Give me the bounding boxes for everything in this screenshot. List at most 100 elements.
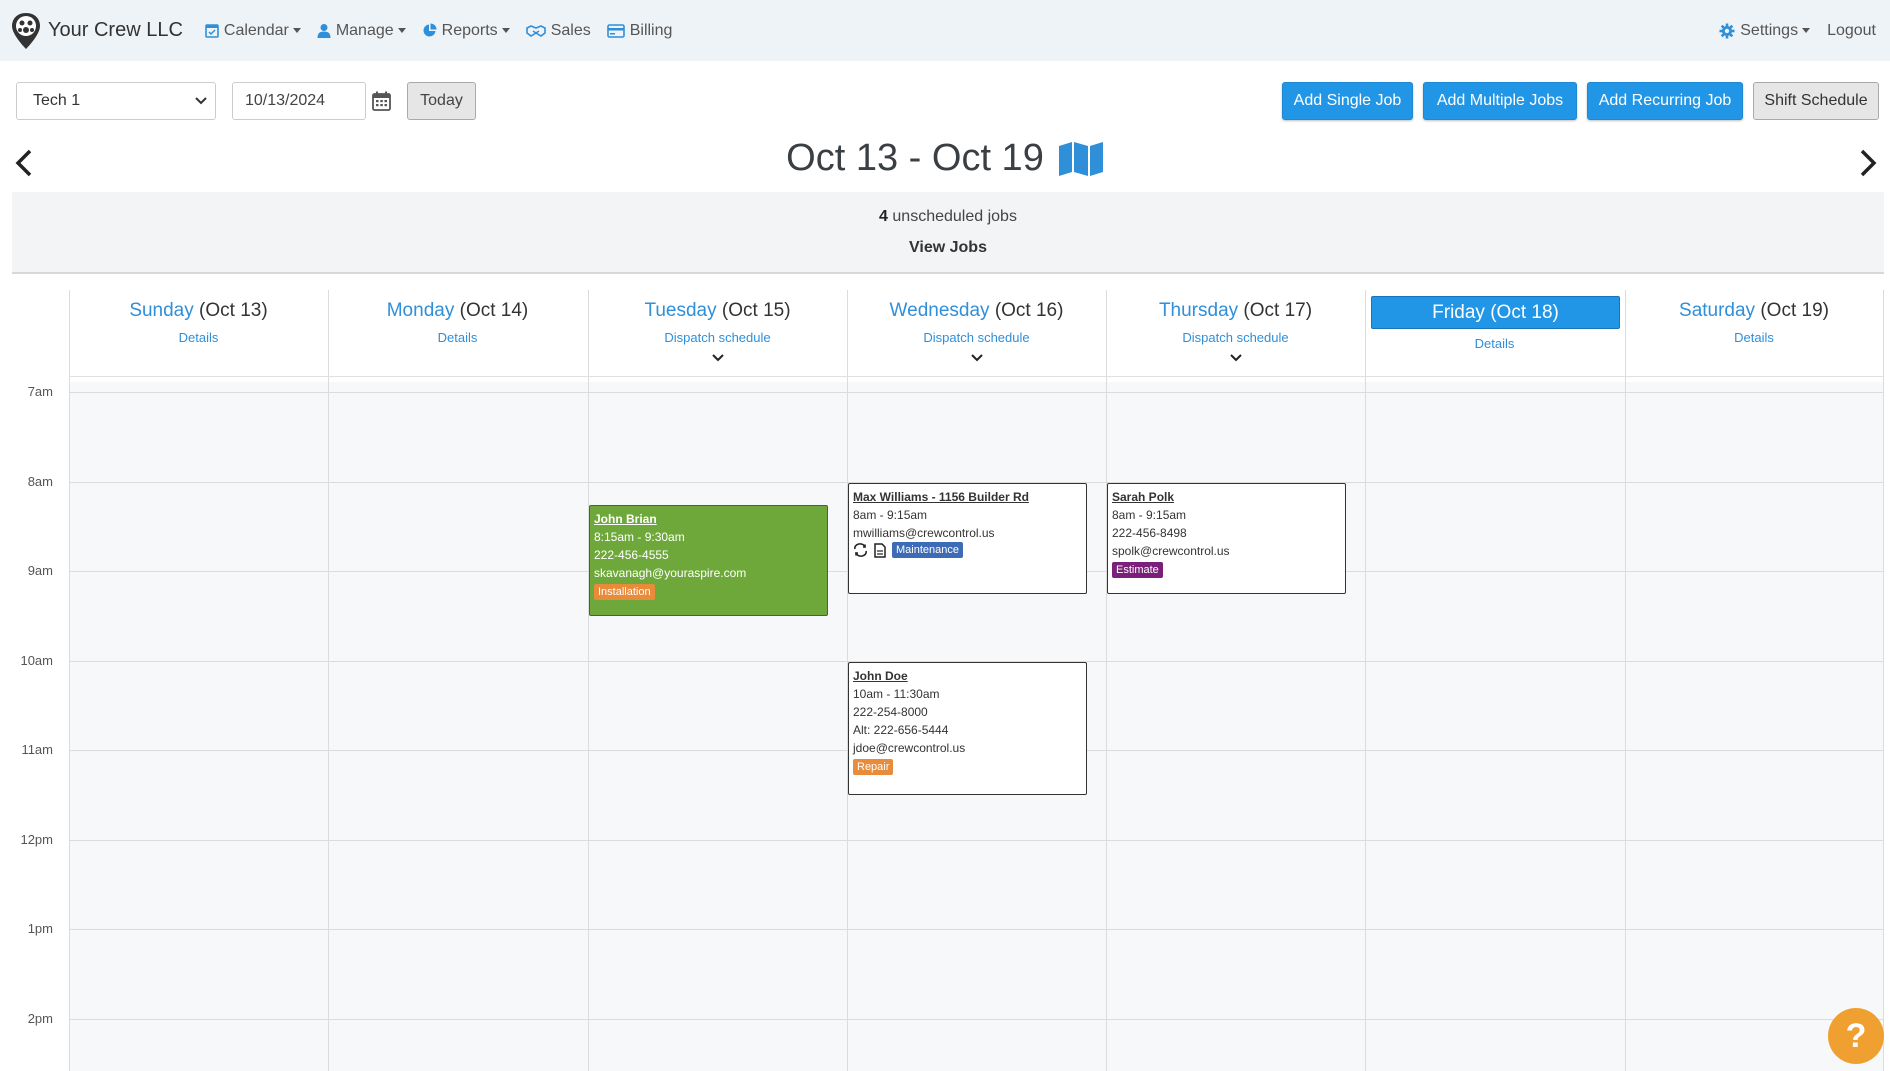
shift-schedule-button[interactable]: Shift Schedule (1753, 82, 1879, 120)
hour-line (69, 392, 1883, 393)
chevron-down-icon (1229, 354, 1242, 362)
job-card-john-doe[interactable]: John Doe 10am - 11:30am 222-254-8000 Alt… (848, 662, 1087, 795)
column-divider (1883, 290, 1884, 1071)
expand-chevron[interactable] (588, 349, 847, 367)
column-divider (1106, 290, 1107, 1071)
day-details-link[interactable]: Details (1625, 330, 1883, 345)
day-name[interactable]: Wednesday (890, 300, 990, 321)
column-divider (588, 290, 589, 1071)
job-time: 8am - 9:15am (853, 508, 928, 522)
chevron-right-icon (1860, 149, 1877, 177)
date-input-value: 10/13/2024 (245, 92, 326, 109)
nav-reports[interactable]: Reports (422, 22, 510, 40)
job-phone: 222-456-4555 (594, 548, 669, 562)
nav-calendar[interactable]: Calendar (205, 22, 301, 40)
dispatch-schedule-link[interactable]: Dispatch schedule (847, 330, 1106, 345)
day-name[interactable]: Thursday (1159, 300, 1238, 321)
nav-settings-label: Settings (1740, 21, 1799, 39)
expand-chevron[interactable] (847, 349, 1106, 367)
day-header-wednesday: Wednesday (Oct 16) Dispatch schedule (847, 300, 1106, 367)
calendar-icon (205, 24, 219, 38)
help-button[interactable]: ? (1828, 1008, 1884, 1064)
day-header-monday: Monday (Oct 14) Details (328, 300, 587, 345)
nav-manage[interactable]: Manage (317, 22, 406, 40)
day-title: Saturday (Oct 19) (1625, 300, 1883, 322)
day-name[interactable]: Saturday (1679, 300, 1755, 321)
job-title[interactable]: John Doe (853, 667, 1082, 685)
brand[interactable]: Your Crew LLC (10, 11, 183, 51)
credit-card-icon (606, 23, 625, 38)
job-email: mwilliams@crewcontrol.us (853, 526, 995, 540)
day-details-link[interactable]: Details (1365, 336, 1624, 351)
day-date: (Oct 13) (199, 300, 268, 321)
day-header-sunday: Sunday (Oct 13) Details (69, 300, 328, 345)
day-title: Thursday (Oct 17) (1106, 300, 1365, 322)
nav-calendar-label: Calendar (223, 21, 289, 39)
logout-link[interactable]: Logout (1827, 22, 1876, 40)
day-header-friday-today[interactable]: Friday (Oct 18) (1371, 296, 1620, 329)
day-title: Wednesday (Oct 16) (847, 300, 1106, 322)
hour-label: 7am (27, 384, 53, 399)
nav-settings[interactable]: Settings (1719, 21, 1811, 40)
job-phone: 222-456-8498 (1112, 526, 1187, 540)
chevron-down-icon (195, 97, 207, 105)
job-title[interactable]: John Brian (594, 510, 823, 528)
date-picker-button[interactable] (372, 91, 391, 116)
job-type-badge: Maintenance (892, 542, 963, 558)
nav-sales[interactable]: Sales (525, 21, 591, 40)
hour-line (69, 1019, 1883, 1020)
gear-icon (1719, 23, 1735, 38)
week-title: Oct 13 - Oct 19 (0, 137, 1890, 180)
nav-manage-label: Manage (335, 21, 394, 39)
day-name[interactable]: Tuesday (644, 300, 716, 321)
header-divider (69, 376, 1883, 377)
expand-chevron[interactable] (1106, 349, 1365, 367)
add-recurring-job-button[interactable]: Add Recurring Job (1587, 82, 1743, 120)
job-title[interactable]: Sarah Polk (1112, 488, 1341, 506)
hour-label: 12pm (20, 832, 53, 847)
job-card-sarah-polk[interactable]: Sarah Polk 8am - 9:15am 222-456-8498 spo… (1107, 483, 1346, 594)
dispatch-schedule-link[interactable]: Dispatch schedule (1106, 330, 1365, 345)
add-multiple-jobs-button[interactable]: Add Multiple Jobs (1423, 82, 1577, 120)
day-date: (Oct 18) (1490, 301, 1559, 323)
hour-line (69, 840, 1883, 841)
job-title[interactable]: Max Williams - 1156 Builder Rd (853, 488, 1082, 506)
next-week-button[interactable] (1858, 148, 1878, 183)
crew-logo-icon (12, 12, 40, 49)
job-type-badge: Estimate (1112, 562, 1163, 578)
top-navbar: Your Crew LLC Calendar Manage Reports Sa… (0, 0, 1890, 61)
day-header-saturday: Saturday (Oct 19) Details (1625, 300, 1883, 345)
add-single-job-button[interactable]: Add Single Job (1282, 82, 1413, 120)
day-details-link[interactable]: Details (328, 330, 587, 345)
job-card-john-brian[interactable]: John Brian 8:15am - 9:30am 222-456-4555 … (589, 505, 828, 616)
column-divider (1365, 290, 1366, 1071)
map-icon[interactable] (1058, 141, 1104, 177)
view-jobs-link[interactable]: View Jobs (12, 239, 1884, 257)
job-card-max-williams[interactable]: Max Williams - 1156 Builder Rd 8am - 9:1… (848, 483, 1087, 594)
day-name[interactable]: Monday (387, 300, 455, 321)
unscheduled-count-line: 4 unscheduled jobs (12, 208, 1884, 226)
day-date: (Oct 14) (459, 300, 529, 321)
nav-billing[interactable]: Billing (606, 21, 673, 40)
calendar-grid-icon (372, 91, 391, 111)
chevron-down-icon (292, 28, 301, 33)
nav-sales-label: Sales (550, 21, 591, 39)
day-name: Friday (1432, 301, 1485, 323)
dispatch-schedule-link[interactable]: Dispatch schedule (588, 330, 847, 345)
hour-label: 9am (27, 563, 53, 578)
job-time: 10am - 11:30am (853, 687, 940, 701)
tech-select[interactable]: Tech 1 (16, 82, 216, 120)
day-name[interactable]: Sunday (129, 300, 193, 321)
day-title: Tuesday (Oct 15) (588, 300, 847, 322)
nav-billing-label: Billing (629, 21, 673, 39)
hour-label: 2pm (27, 1011, 53, 1026)
week-calendar: 7am 8am 9am 10am 11am 12pm 1pm 2pm Sunda… (0, 290, 1890, 1071)
job-email: skavanagh@youraspire.com (594, 566, 747, 580)
chevron-down-icon (397, 28, 406, 33)
column-divider (328, 290, 329, 1071)
today-button[interactable]: Today (407, 82, 476, 120)
chevron-down-icon (1802, 28, 1811, 33)
job-time: 8am - 9:15am (1112, 508, 1187, 522)
date-input[interactable]: 10/13/2024 (232, 82, 366, 120)
day-details-link[interactable]: Details (69, 330, 328, 345)
